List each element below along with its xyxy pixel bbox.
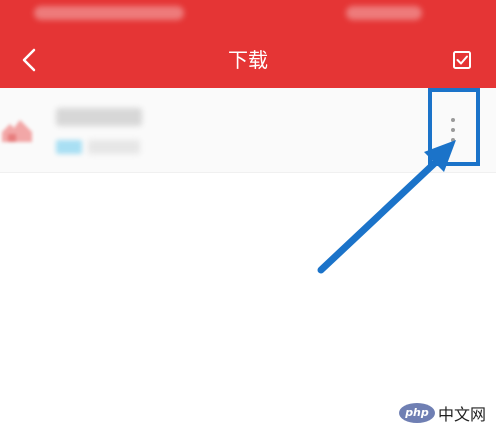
php-logo: php [398, 403, 435, 423]
app-bar: 下载 [0, 32, 496, 88]
status-bar [0, 0, 496, 32]
item-title-blurred [56, 108, 142, 126]
download-app-icon [2, 120, 32, 142]
item-badge-blurred [56, 140, 82, 154]
status-bar-left-info [34, 6, 184, 20]
select-button[interactable] [442, 40, 482, 80]
watermark-text: 中文网 [437, 405, 486, 424]
checkbox-icon [453, 51, 471, 69]
item-meta-blurred [88, 140, 140, 154]
annotation-highlight-box [428, 88, 480, 166]
list-item[interactable] [0, 88, 496, 173]
status-bar-right-info [346, 6, 422, 20]
page-title: 下载 [228, 48, 268, 72]
watermark: php 中文网 [398, 401, 486, 425]
